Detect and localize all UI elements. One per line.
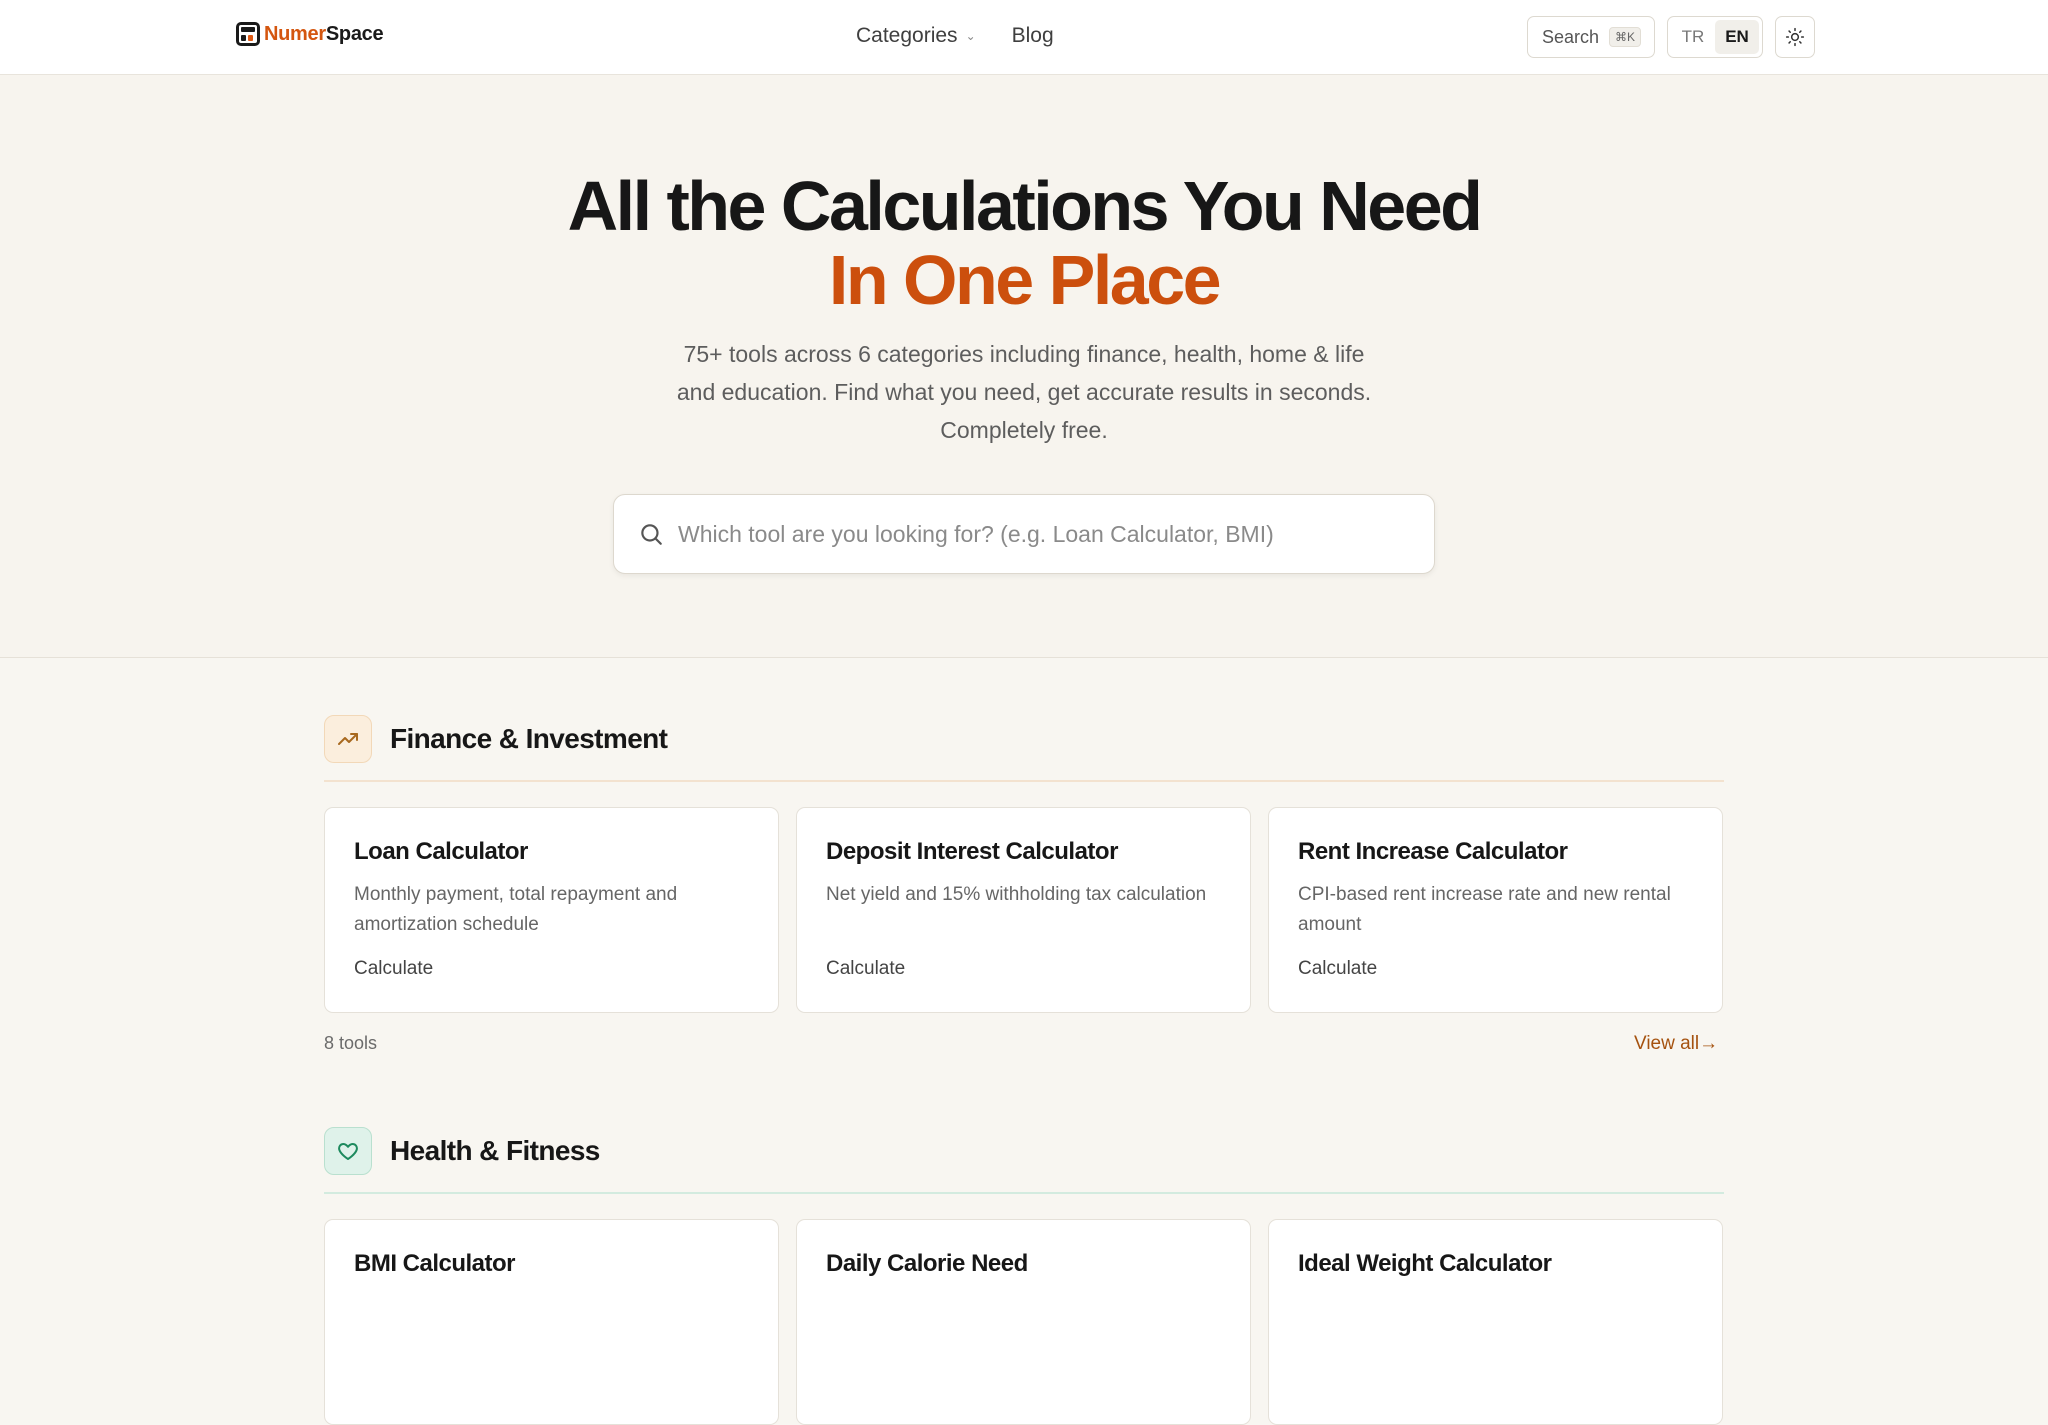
search-icon bbox=[641, 524, 662, 545]
tool-card-title: Deposit Interest Calculator bbox=[826, 838, 1118, 865]
language-switcher: TR EN bbox=[1667, 16, 1763, 58]
nav-categories-label: Categories bbox=[856, 24, 958, 47]
hero-section: All the Calculations You Need In One Pla… bbox=[0, 75, 2048, 658]
search-button-label: Search bbox=[1542, 26, 1600, 47]
category-header-health: Health & Fitness bbox=[324, 1126, 1724, 1176]
tool-card-deposit-interest-calculator[interactable]: Deposit Interest Calculator Net yield an… bbox=[796, 807, 1251, 1013]
tool-card-description: Monthly payment, total repayment and amo… bbox=[354, 884, 678, 935]
category-icon-health bbox=[324, 1127, 372, 1175]
category-title-finance: Finance & Investment bbox=[390, 723, 668, 754]
view-all-link-finance[interactable]: View all→ bbox=[1634, 1033, 1718, 1055]
theme-toggle-button[interactable] bbox=[1775, 16, 1815, 58]
tool-card-bmi-calculator[interactable]: BMI Calculator bbox=[324, 1219, 779, 1425]
search-button[interactable]: Search ⌘K bbox=[1527, 16, 1655, 58]
category-title-health: Health & Fitness bbox=[390, 1135, 600, 1166]
logo-icon bbox=[236, 22, 260, 46]
top-navigation-bar: NumerSpace Categories ⌄ Blog Search ⌘K T… bbox=[0, 0, 2048, 75]
category-tool-count: 8 tools bbox=[324, 1033, 378, 1053]
category-divider-finance bbox=[324, 780, 1724, 782]
tool-card-description: Net yield and 15% withholding tax calcul… bbox=[826, 884, 1207, 905]
tool-card-title: Loan Calculator bbox=[354, 838, 528, 865]
keyboard-shortcut-badge: ⌘K bbox=[1609, 27, 1642, 47]
tool-card-title: Daily Calorie Need bbox=[826, 1250, 1028, 1277]
tool-card-daily-calorie-need[interactable]: Daily Calorie Need bbox=[796, 1219, 1251, 1425]
tool-search-input[interactable] bbox=[678, 520, 1418, 548]
main-nav: Categories ⌄ Blog bbox=[856, 24, 1054, 48]
tool-card-title: BMI Calculator bbox=[354, 1250, 516, 1277]
tool-card-rent-increase-calculator[interactable]: Rent Increase Calculator CPI-based rent … bbox=[1268, 807, 1723, 1013]
tool-card-title: Ideal Weight Calculator bbox=[1298, 1250, 1552, 1277]
category-icon-finance bbox=[324, 715, 372, 763]
tool-card-calculate-link[interactable]: Calculate bbox=[826, 958, 905, 980]
nav-blog[interactable]: Blog bbox=[1012, 24, 1054, 48]
tool-card-calculate-link[interactable]: Calculate bbox=[354, 958, 433, 980]
tool-card-loan-calculator[interactable]: Loan Calculator Monthly payment, total r… bbox=[324, 807, 779, 1013]
nav-categories[interactable]: Categories ⌄ bbox=[856, 24, 976, 48]
logo-text-part2: Space bbox=[325, 22, 384, 45]
logo-text: NumerSpace bbox=[264, 22, 384, 46]
site-logo[interactable]: NumerSpace bbox=[236, 22, 384, 46]
sun-icon bbox=[1785, 27, 1805, 47]
tool-card-calculate-link[interactable]: Calculate bbox=[1298, 958, 1377, 980]
lang-option-en[interactable]: EN bbox=[1715, 20, 1759, 54]
chevron-down-icon: ⌄ bbox=[965, 29, 976, 43]
tool-card-description: CPI-based rent increase rate and new ren… bbox=[1298, 884, 1671, 935]
lang-option-tr[interactable]: TR bbox=[1671, 20, 1715, 54]
category-divider-health bbox=[324, 1192, 1724, 1194]
category-header-finance: Finance & Investment bbox=[324, 714, 1724, 764]
hero-title-line2: In One Place bbox=[828, 241, 1222, 319]
trending-up-icon bbox=[338, 733, 358, 745]
tool-search-box bbox=[613, 494, 1435, 574]
tool-card-title: Rent Increase Calculator bbox=[1298, 838, 1568, 865]
hero-subtitle: 75+ tools across 6 categories including … bbox=[676, 341, 1372, 443]
heart-icon bbox=[338, 1143, 358, 1160]
logo-text-part1: Numer bbox=[264, 22, 326, 45]
tool-card-ideal-weight-calculator[interactable]: Ideal Weight Calculator bbox=[1268, 1219, 1723, 1425]
nav-blog-label: Blog bbox=[1011, 24, 1054, 47]
hero-title-line1: All the Calculations You Need bbox=[567, 167, 1483, 245]
